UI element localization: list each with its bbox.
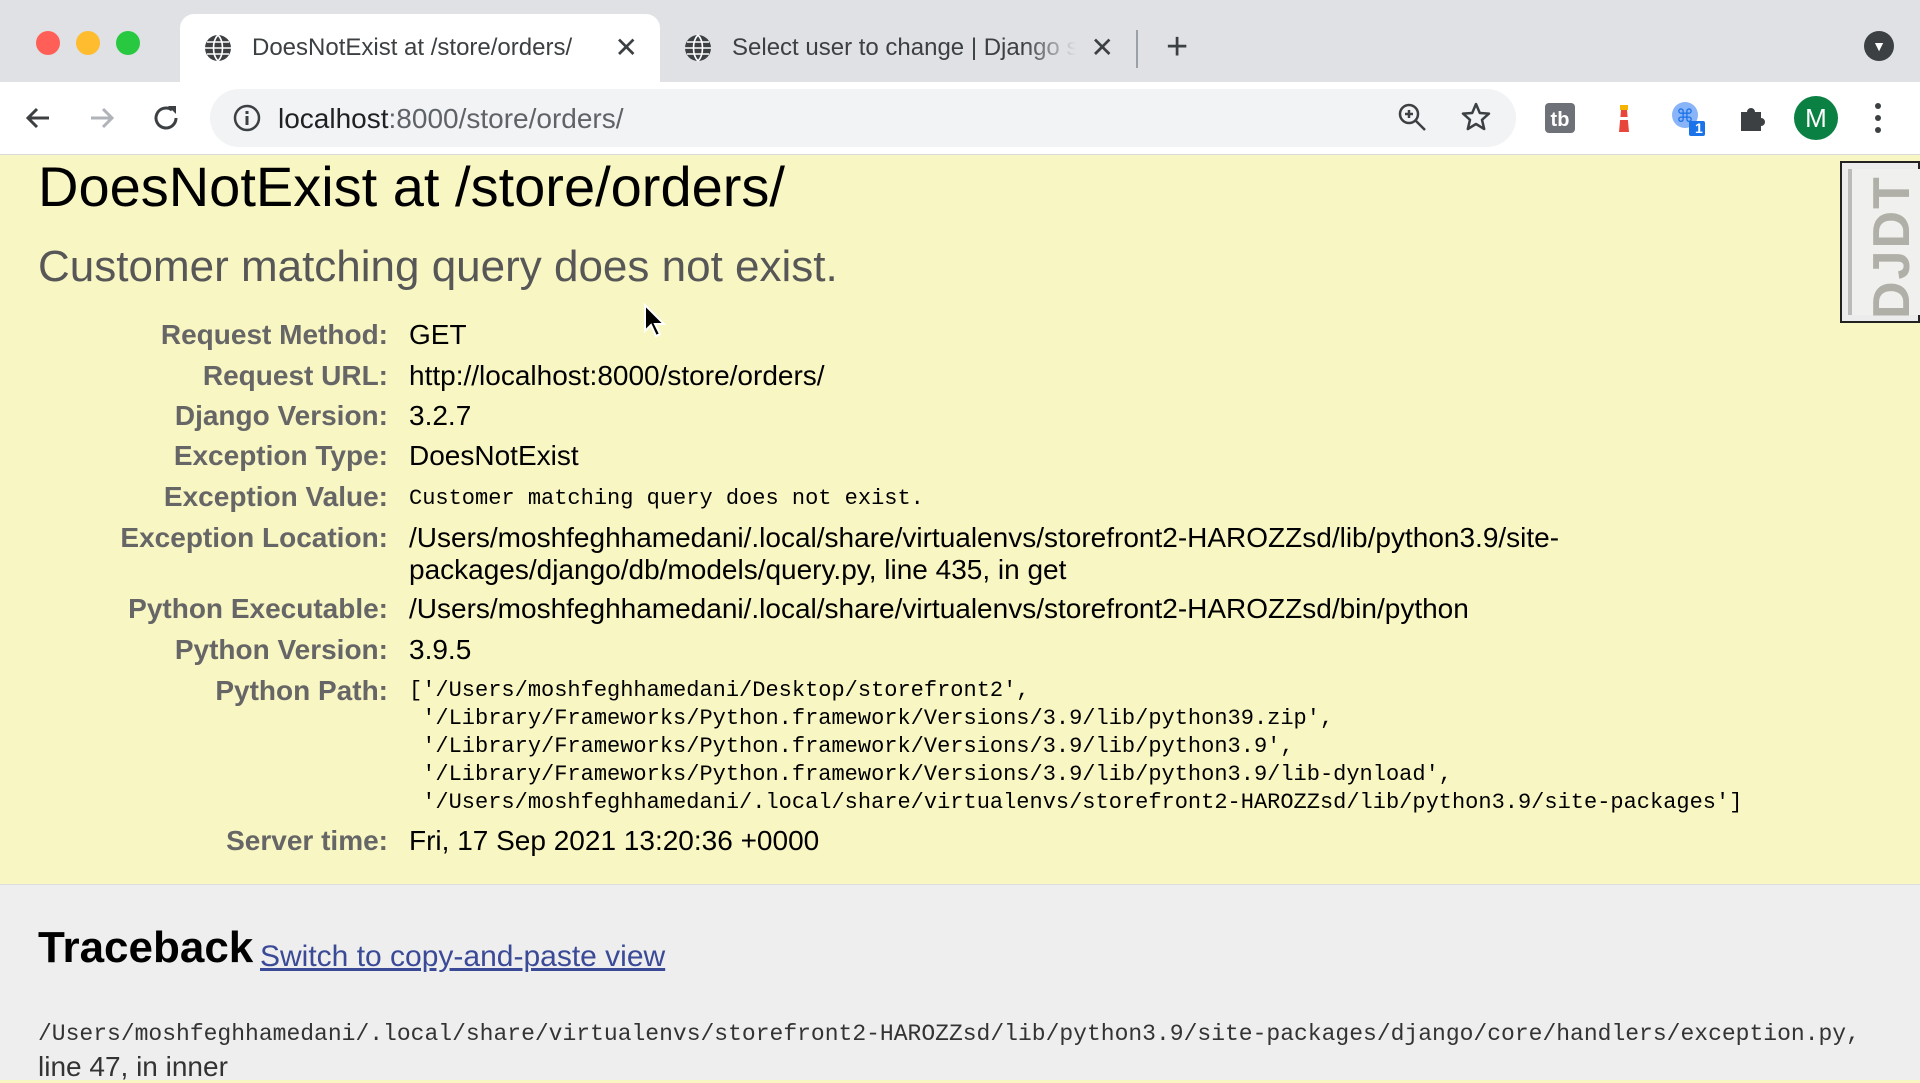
tab-title: Select user to change | Django site admi… bbox=[732, 34, 1076, 61]
back-button[interactable] bbox=[18, 98, 58, 138]
window-minimize-button[interactable] bbox=[76, 31, 100, 55]
meta-value: Customer matching query does not exist. bbox=[409, 486, 924, 511]
arrow-left-icon bbox=[25, 107, 49, 129]
globe-icon bbox=[684, 34, 712, 62]
meta-value: http://localhost:8000/store/orders/ bbox=[409, 360, 825, 391]
globe-icon bbox=[204, 34, 232, 62]
reload-icon bbox=[154, 106, 178, 130]
debug-toolbar-label: DJDT bbox=[1863, 175, 1920, 319]
meta-value: /Users/moshfeghhamedani/.local/share/vir… bbox=[409, 593, 1469, 624]
exception-message: Customer matching query does not exist. bbox=[38, 242, 838, 291]
page-title: DoesNotExist at /store/orders/ bbox=[38, 155, 785, 218]
toolbox-extension-icon[interactable]: tb bbox=[1540, 98, 1580, 138]
extension-badge: 1 bbox=[1695, 120, 1703, 136]
meta-value: DoesNotExist bbox=[409, 440, 579, 471]
address-bar[interactable]: localhost:8000/store/orders/ bbox=[210, 89, 1516, 147]
command-extension-icon[interactable]: ⌘ 1 bbox=[1668, 98, 1708, 138]
meta-label: Exception Type: bbox=[173, 440, 388, 471]
browser-toolbar: localhost:8000/store/orders/ tb ⌘ 1 M bbox=[0, 82, 1920, 155]
svg-text:tb: tb bbox=[1551, 109, 1570, 131]
meta-value-line2: packages/django/db/models/query.py, line… bbox=[409, 554, 1067, 585]
error-summary: DoesNotExist at /store/orders/ Customer … bbox=[0, 155, 1920, 885]
meta-label: Request URL: bbox=[202, 360, 388, 391]
tab-search-button[interactable]: ▼ bbox=[1864, 31, 1894, 61]
meta-label: Server time: bbox=[226, 825, 388, 856]
traceback-title: Traceback bbox=[38, 923, 254, 972]
meta-label: Exception Value: bbox=[163, 481, 388, 512]
bookmark-star-icon[interactable] bbox=[1460, 101, 1492, 138]
traceback-frame-line: line 47, in inner bbox=[38, 1051, 228, 1082]
tab-doesnotexist[interactable]: DoesNotExist at /store/orders/ ✕ bbox=[180, 14, 660, 82]
window-maximize-button[interactable] bbox=[116, 31, 140, 55]
tab-strip: DoesNotExist at /store/orders/ ✕ Select … bbox=[0, 0, 1920, 82]
meta-label: Python Path: bbox=[215, 675, 388, 706]
meta-label: Request Method: bbox=[160, 319, 388, 350]
window-close-button[interactable] bbox=[36, 31, 60, 55]
tab-separator bbox=[1136, 30, 1138, 68]
tab-django-admin[interactable]: Select user to change | Django site admi… bbox=[660, 14, 1136, 82]
info-icon[interactable] bbox=[232, 103, 262, 138]
page-content: DoesNotExist at /store/orders/ Customer … bbox=[0, 155, 1920, 1082]
python-path-line: '/Users/moshfeghhamedani/.local/share/vi… bbox=[409, 790, 1743, 815]
meta-value: GET bbox=[409, 319, 467, 350]
meta-value: 3.2.7 bbox=[409, 400, 472, 431]
url-text[interactable]: localhost:8000/store/orders/ bbox=[278, 103, 624, 135]
debug-toolbar-handle-inner: DJDT bbox=[1848, 169, 1920, 319]
forward-button[interactable] bbox=[82, 98, 122, 138]
reload-button[interactable] bbox=[146, 98, 186, 138]
meta-value: Fri, 17 Sep 2021 13:20:36 +0000 bbox=[409, 825, 820, 856]
meta-label: Exception Location: bbox=[120, 522, 388, 553]
meta-label: Django Version: bbox=[174, 400, 388, 431]
url-host: localhost bbox=[278, 103, 389, 134]
traceback-section: Traceback Switch to copy-and-paste view … bbox=[0, 885, 1920, 1082]
url-path: :8000/store/orders/ bbox=[388, 103, 624, 134]
zoom-icon[interactable] bbox=[1396, 101, 1428, 138]
profile-avatar[interactable]: M bbox=[1794, 96, 1838, 140]
meta-label: Python Version: bbox=[174, 634, 388, 665]
arrow-right-icon bbox=[91, 107, 115, 129]
meta-value: 3.9.5 bbox=[409, 634, 472, 665]
python-path-line: ['/Users/moshfeghhamedani/Desktop/storef… bbox=[409, 678, 1030, 703]
new-tab-button[interactable]: + bbox=[1166, 24, 1188, 70]
traceback-frame-file: /Users/moshfeghhamedani/.local/share/vir… bbox=[38, 1021, 1860, 1047]
meta-label: Python Executable: bbox=[128, 593, 388, 624]
tab-close-icon[interactable]: ✕ bbox=[615, 32, 638, 64]
mouse-cursor-icon bbox=[643, 302, 667, 344]
tab-title: DoesNotExist at /store/orders/ bbox=[252, 34, 573, 61]
meta-value-line1: /Users/moshfeghhamedani/.local/share/vir… bbox=[409, 522, 1560, 553]
tab-close-icon[interactable]: ✕ bbox=[1091, 32, 1114, 64]
more-menu-icon[interactable] bbox=[1866, 98, 1890, 143]
extensions-puzzle-icon[interactable] bbox=[1732, 98, 1772, 138]
lighthouse-extension-icon[interactable] bbox=[1604, 98, 1644, 138]
python-path-line: '/Library/Frameworks/Python.framework/Ve… bbox=[409, 762, 1452, 787]
switch-copy-paste-link[interactable]: Switch to copy-and-paste view bbox=[260, 940, 665, 974]
debug-toolbar-handle[interactable]: DJDT bbox=[1840, 161, 1920, 323]
python-path-line: '/Library/Frameworks/Python.framework/Ve… bbox=[409, 734, 1294, 759]
python-path-line: '/Library/Frameworks/Python.framework/Ve… bbox=[409, 706, 1334, 731]
